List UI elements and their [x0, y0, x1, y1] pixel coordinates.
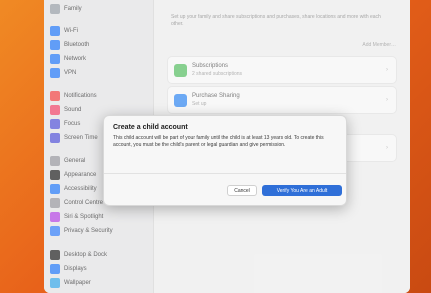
cancel-button[interactable]: Cancel [227, 185, 257, 196]
dialog-title: Create a child account [113, 124, 188, 131]
dialog-divider [104, 173, 346, 174]
dialog-message: This child account will be part of your … [113, 135, 324, 148]
create-child-account-dialog: Create a child account This child accoun… [103, 115, 347, 206]
verify-adult-button[interactable]: Verify You Are an Adult [262, 185, 342, 196]
